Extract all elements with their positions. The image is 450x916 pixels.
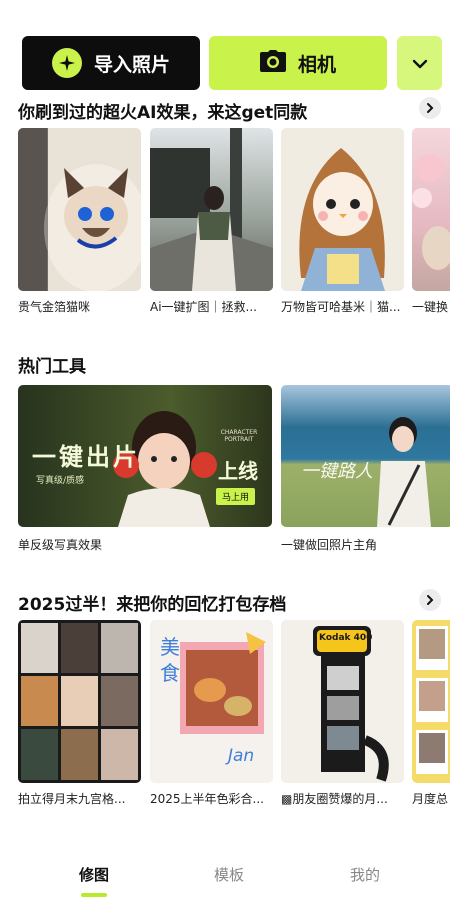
tool-overlay-right: 上线 <box>218 459 258 483</box>
nav-tab-edit[interactable]: 修图 <box>54 864 134 885</box>
template-card[interactable]: 拍立得月末九宫格... <box>18 620 141 807</box>
template-caption: 2025上半年色彩合... <box>150 792 264 806</box>
template-card[interactable]: 一键换 <box>412 128 450 315</box>
section-title-memories: 2025过半！来把你的回忆打包存档 <box>18 595 287 615</box>
more-dropdown-button[interactable] <box>397 36 442 90</box>
section-more-arrow[interactable] <box>419 97 441 119</box>
template-overlay-title: 美食 <box>160 635 180 685</box>
section-more-arrow[interactable] <box>419 589 441 611</box>
tool-caption: 单反级写真效果 <box>18 538 103 552</box>
chevron-right-icon <box>426 591 434 610</box>
tool-overlay-title: 一键路人 <box>301 461 373 482</box>
template-card[interactable]: 月度总 <box>412 620 450 807</box>
template-caption: 拍立得月末九宫格... <box>18 792 126 806</box>
template-thumbnail <box>412 128 450 291</box>
nav-tab-me[interactable]: 我的 <box>325 864 405 885</box>
template-thumbnail <box>150 128 273 291</box>
section-title-hot-tools: 热门工具 <box>18 357 86 377</box>
template-thumbnail: 美食 Jan <box>150 620 273 783</box>
tool-overlay-title: 一键出片 <box>32 443 140 471</box>
template-thumbnail <box>412 620 450 783</box>
template-card[interactable]: 美食 Jan 2025上半年色彩合... <box>150 620 273 807</box>
section-title-ai-effects: 你刷到过的超火AI效果，来这get同款 <box>18 103 308 123</box>
template-overlay-subtitle: Jan <box>228 746 255 766</box>
active-tab-indicator <box>81 893 107 897</box>
nav-tab-templates[interactable]: 模板 <box>189 864 269 885</box>
camera-label: 相机 <box>297 53 336 76</box>
tool-overlay-tag: CHARACTER PORTRAIT <box>220 429 258 443</box>
import-photo-label: 导入照片 <box>93 53 170 76</box>
tool-thumbnail: 一键出片 写真级/质感 CHARACTER PORTRAIT 上线 马上用 <box>18 385 272 527</box>
action-bar: 导入照片 相机 <box>22 36 442 90</box>
template-thumbnail <box>18 620 141 783</box>
tool-overlay-subtitle: 写真级/质感 <box>36 476 85 486</box>
template-caption: ▩朋友圈赞爆的月... <box>281 792 388 806</box>
template-card[interactable]: 万物皆可哈基米｜猫... <box>281 128 404 315</box>
chevron-right-icon <box>426 99 434 118</box>
template-caption: 一键换 <box>412 300 449 314</box>
tool-thumbnail: 一键路人 <box>281 385 450 527</box>
bottom-nav: 修图 模板 我的 <box>0 850 450 916</box>
template-thumbnail <box>281 128 404 291</box>
template-caption: 贵气金箔猫咪 <box>18 300 91 314</box>
template-thumbnail <box>18 128 141 291</box>
template-card[interactable]: Ai一键扩图｜拯救... <box>150 128 273 315</box>
tool-card[interactable]: 一键出片 写真级/质感 CHARACTER PORTRAIT 上线 马上用 单反… <box>18 385 272 553</box>
tool-caption: 一键做回照片主角 <box>281 538 378 552</box>
template-thumbnail: Kodak 400 <box>281 620 404 783</box>
sparkle-icon <box>51 48 82 78</box>
camera-icon <box>259 50 286 76</box>
template-caption: Ai一键扩图｜拯救... <box>150 300 257 314</box>
template-caption: 月度总 <box>412 792 449 806</box>
camera-button[interactable]: 相机 <box>209 36 387 90</box>
template-caption: 万物皆可哈基米｜猫... <box>281 300 401 314</box>
import-photo-button[interactable]: 导入照片 <box>22 36 200 90</box>
template-overlay-title: Kodak 400 <box>319 633 373 643</box>
template-card[interactable]: Kodak 400 ▩朋友圈赞爆的月... <box>281 620 404 807</box>
use-now-button[interactable]: 马上用 <box>216 488 256 505</box>
chevron-down-icon <box>412 54 428 73</box>
tool-card[interactable]: 一键路人 一键做回照片主角 <box>281 385 450 553</box>
template-card[interactable]: 贵气金箔猫咪 <box>18 128 141 315</box>
